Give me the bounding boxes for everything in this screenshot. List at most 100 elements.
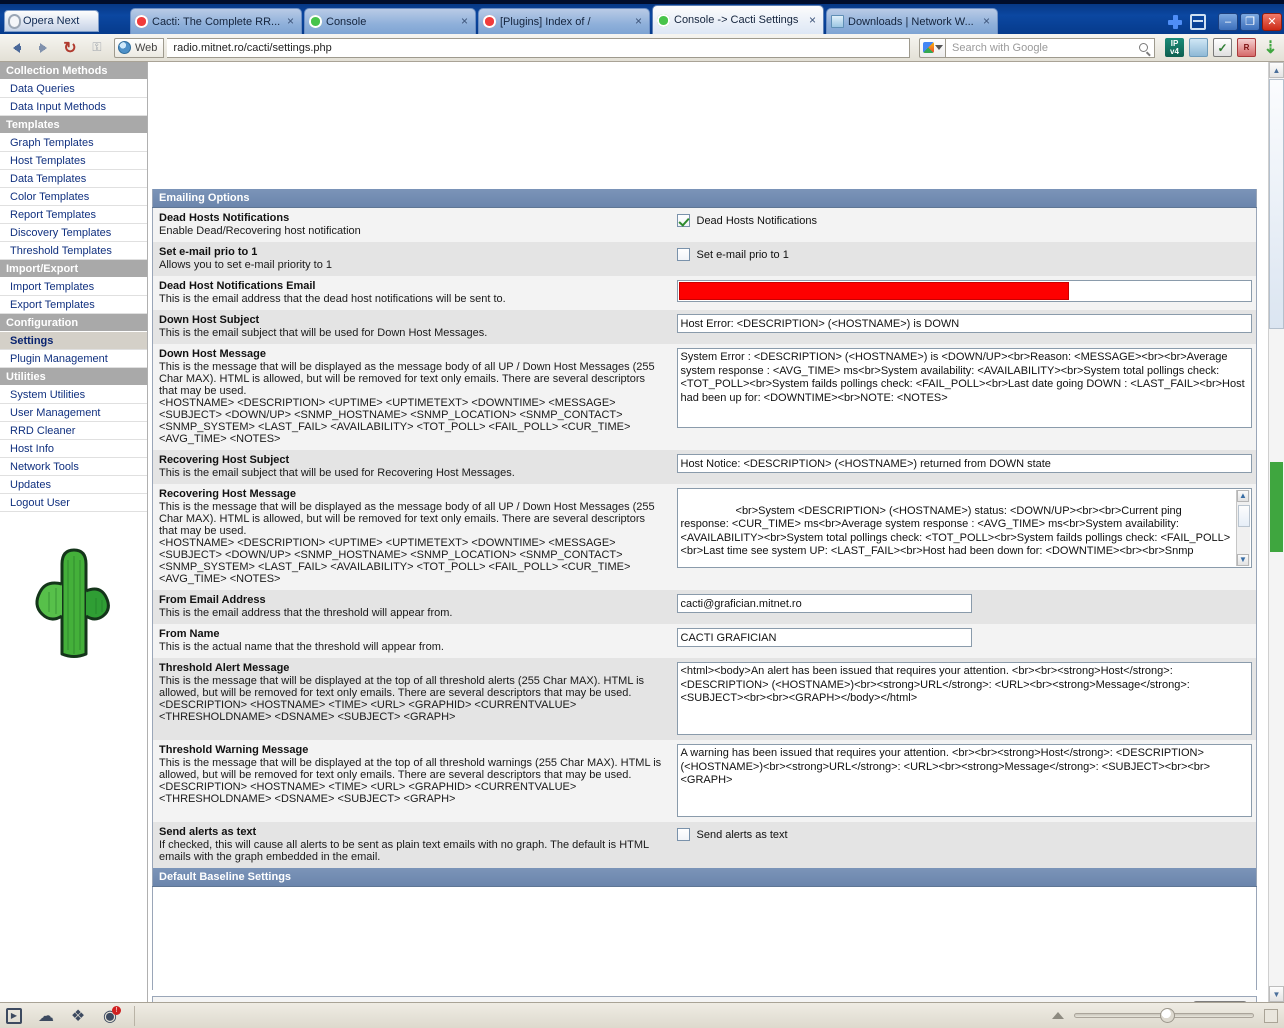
threshold-warning-message-textarea[interactable]: A warning has been issued that requires … — [676, 744, 1252, 817]
scroll-up-icon[interactable]: ▲ — [1269, 62, 1284, 78]
sidebar-item-data-queries[interactable]: Data Queries — [0, 80, 147, 98]
sidebar-header-configuration: Configuration — [0, 314, 147, 332]
chevron-down-icon — [934, 45, 943, 50]
baseline-empty-area — [152, 886, 1257, 990]
tab-bar: Opera Next Cacti: The Complete RR... × C… — [0, 0, 1284, 34]
textarea-scrollbar[interactable]: ▲ ▼ — [1235, 490, 1250, 566]
page-scrollbar[interactable]: ▲ ▼ — [1268, 62, 1284, 1002]
tab-cacti-complete-rrd[interactable]: Cacti: The Complete RR... × — [130, 8, 302, 34]
zoom-presets-icon[interactable] — [1052, 1012, 1064, 1019]
tab-console[interactable]: Console × — [304, 8, 476, 34]
send-alerts-as-text-checkbox[interactable] — [676, 828, 690, 841]
panel-toggle-icon[interactable]: ▶ — [6, 1007, 22, 1024]
recovering-host-message-textarea[interactable]: <br>System <DESCRIPTION> (<HOSTNAME>) st… — [676, 488, 1252, 568]
cactus-logo — [10, 536, 138, 676]
sidebar-item-plugin-management[interactable]: Plugin Management — [0, 350, 147, 368]
back-button[interactable] — [4, 37, 28, 59]
tab-console-cacti-settings[interactable]: Console -> Cacti Settings × — [652, 5, 824, 34]
reload-button[interactable]: ↻ — [58, 37, 82, 59]
new-tab-icon[interactable] — [1166, 13, 1184, 31]
field-control: Set e-mail prio to 1 — [670, 242, 1257, 276]
threshold-alert-message-textarea[interactable]: <html><body>An alert has been issued tha… — [676, 662, 1252, 735]
weather-icon[interactable] — [1189, 38, 1208, 57]
field-label: Threshold Alert Message This is the mess… — [152, 658, 671, 740]
sidebar-item-logout-user[interactable]: Logout User — [0, 494, 147, 512]
sidebar-item-report-templates[interactable]: Report Templates — [0, 206, 147, 224]
sidebar-item-updates[interactable]: Updates — [0, 476, 147, 494]
sidebar-item-network-tools[interactable]: Network Tools — [0, 458, 147, 476]
share-icon[interactable]: ❖ — [70, 1008, 86, 1025]
close-icon[interactable]: × — [632, 15, 645, 28]
restore-button[interactable]: ❐ — [1240, 13, 1260, 31]
field-title: Dead Host Notifications Email — [159, 280, 316, 292]
recovering-host-subject-input[interactable]: Host Notice: <DESCRIPTION> (<HOSTNAME>) … — [676, 454, 1252, 473]
section-title: Emailing Options — [152, 189, 1257, 208]
dead-hosts-notifications-checkbox[interactable] — [676, 214, 690, 227]
dead-host-notifications-email-input[interactable] — [676, 280, 1252, 302]
zoom-slider-knob[interactable] — [1160, 1008, 1176, 1023]
web-button-label: Web — [135, 41, 158, 54]
scroll-down-icon[interactable]: ▼ — [1269, 986, 1284, 1002]
readability-icon[interactable]: R — [1237, 38, 1256, 57]
set-email-prio-checkbox[interactable] — [676, 248, 690, 261]
sidebar-item-data-templates[interactable]: Data Templates — [0, 170, 147, 188]
field-description: This is the message that will be display… — [159, 501, 655, 537]
close-icon[interactable]: × — [806, 14, 819, 27]
sidebar-item-threshold-templates[interactable]: Threshold Templates — [0, 242, 147, 260]
alert-count-badge: ! — [112, 1005, 121, 1015]
download-arrow-icon[interactable]: ⇣ — [1261, 38, 1280, 57]
forward-button[interactable] — [31, 37, 55, 59]
trash-icon[interactable] — [1190, 14, 1206, 30]
close-icon[interactable]: × — [980, 15, 993, 28]
tab-plugins-index-of[interactable]: [Plugins] Index of / × — [478, 8, 650, 34]
tab-downloads-network-w[interactable]: Downloads | Network W... × — [826, 8, 998, 34]
sidebar-item-user-management[interactable]: User Management — [0, 404, 147, 422]
scrollbar-thumb[interactable] — [1269, 79, 1284, 329]
web-search-mode-button[interactable]: Web — [114, 37, 165, 58]
sidebar-item-color-templates[interactable]: Color Templates — [0, 188, 147, 206]
sidebar-item-host-templates[interactable]: Host Templates — [0, 152, 147, 170]
address-bar-input[interactable]: radio.mitnet.ro/cacti/settings.php — [167, 37, 910, 58]
scroll-up-icon[interactable]: ▲ — [1237, 490, 1249, 502]
from-email-address-input[interactable]: cacti@grafician.mitnet.ro — [676, 594, 972, 613]
cloud-icon[interactable]: ☁ — [38, 1008, 54, 1025]
scroll-down-icon[interactable]: ▼ — [1237, 554, 1249, 566]
field-description: This is the message that will be display… — [159, 757, 662, 781]
sidebar-item-host-info[interactable]: Host Info — [0, 440, 147, 458]
opera-green-favicon-icon — [657, 13, 670, 27]
field-description: This is the message that will be display… — [159, 675, 645, 699]
field-label: Threshold Warning Message This is the me… — [152, 740, 671, 822]
zoom-slider[interactable] — [1074, 1008, 1254, 1023]
close-icon[interactable]: × — [284, 15, 297, 28]
search-input[interactable]: Search with Google — [945, 37, 1155, 58]
scrollbar-thumb[interactable] — [1237, 505, 1250, 527]
close-button[interactable]: ✕ — [1262, 13, 1282, 31]
sidebar-item-export-templates[interactable]: Export Templates — [0, 296, 147, 314]
search-area: Search with Google — [919, 37, 1155, 58]
field-label: From Email Address This is the email add… — [152, 590, 671, 624]
sidebar-item-import-templates[interactable]: Import Templates — [0, 278, 147, 296]
search-engine-selector[interactable] — [919, 37, 945, 58]
row-threshold-warning-message: Threshold Warning Message This is the me… — [152, 740, 1257, 822]
field-description: Enable Dead/Recovering host notification — [159, 225, 361, 237]
tasks-check-icon[interactable]: ✓ — [1213, 38, 1232, 57]
panel-resize-handle[interactable] — [1264, 1008, 1278, 1023]
sidebar-item-rrd-cleaner[interactable]: RRD Cleaner — [0, 422, 147, 440]
ipv4-badge-icon[interactable]: IP v4 — [1165, 38, 1184, 57]
sidebar-item-data-input-methods[interactable]: Data Input Methods — [0, 98, 147, 116]
field-control: Dead Hosts Notifications — [670, 207, 1257, 242]
alerts-icon[interactable]: ◉ ! — [102, 1005, 121, 1025]
minimize-button[interactable]: – — [1218, 13, 1238, 31]
down-host-message-textarea[interactable]: System Error : <DESCRIPTION> (<HOSTNAME>… — [676, 348, 1252, 428]
opera-menu-button[interactable]: Opera Next — [4, 10, 99, 32]
from-name-input[interactable]: CACTI GRAFICIAN — [676, 628, 972, 647]
close-icon[interactable]: × — [458, 15, 471, 28]
security-key-icon[interactable]: ⚿ — [85, 37, 109, 59]
sidebar-item-settings[interactable]: Settings — [0, 332, 147, 350]
sidebar-item-discovery-templates[interactable]: Discovery Templates — [0, 224, 147, 242]
sidebar-item-graph-templates[interactable]: Graph Templates — [0, 134, 147, 152]
sidebar-item-system-utilities[interactable]: System Utilities — [0, 386, 147, 404]
tab-strip: Cacti: The Complete RR... × Console × [P… — [130, 0, 1000, 34]
field-control — [670, 276, 1257, 310]
down-host-subject-input[interactable]: Host Error: <DESCRIPTION> (<HOSTNAME>) i… — [676, 314, 1252, 333]
